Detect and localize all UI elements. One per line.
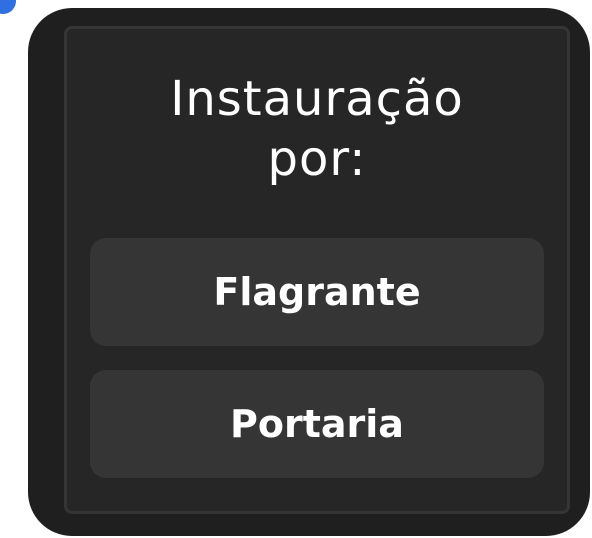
accent-dot-icon	[0, 0, 16, 14]
portaria-button-label: Portaria	[230, 402, 404, 446]
stage: Instauração por: Flagrante Portaria	[0, 0, 592, 538]
dialog-title-line-2: por:	[267, 131, 367, 187]
portaria-button[interactable]: Portaria	[90, 370, 544, 478]
flagrante-button[interactable]: Flagrante	[90, 238, 544, 346]
flagrante-button-label: Flagrante	[213, 270, 421, 314]
dialog-title: Instauração por:	[67, 69, 567, 189]
dialog-title-line-1: Instauração	[170, 71, 464, 127]
